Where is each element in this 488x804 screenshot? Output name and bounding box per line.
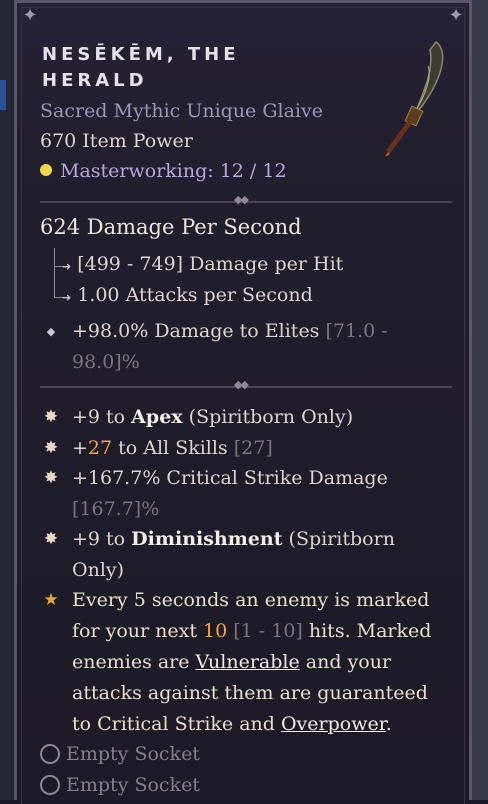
- item-type: Sacred Mythic Unique Glaive: [40, 100, 323, 122]
- unique-range: [1 - 10]: [227, 620, 303, 642]
- left-edge-strip: [0, 0, 14, 800]
- arrow-right-icon: ➜: [62, 291, 72, 304]
- left-edge-highlight: [0, 80, 6, 110]
- affix-text: +9 to: [72, 528, 132, 550]
- burst-bullet-icon: ✸: [43, 407, 59, 427]
- affix-crit-damage: ✸ +167.7% Critical Strike Damage [167.7]%: [40, 463, 450, 525]
- affix-diminishment: ✸ +9 to Diminishment (Spiritborn Only): [40, 524, 450, 586]
- affix-text: (Spiritborn: [282, 528, 395, 550]
- corner-ornament-icon: ✦: [22, 5, 38, 26]
- unique-value: 10: [203, 620, 228, 642]
- socket-slot: Empty Socket: [40, 774, 200, 796]
- glaive-icon: [385, 40, 444, 156]
- section-divider: ◆◆: [40, 193, 452, 206]
- implicit-range-end: 98.0]%: [72, 351, 140, 373]
- burst-bullet-icon: ✸: [43, 468, 59, 488]
- dps-value: 624 Damage Per Second: [40, 215, 302, 239]
- right-edge-strip: [472, 0, 488, 800]
- masterwork-dot-icon: [40, 164, 52, 176]
- burst-bullet-icon: ✸: [43, 438, 59, 458]
- divider-diamond-icon: ◆◆: [234, 378, 249, 391]
- affix-value: 27: [87, 437, 113, 459]
- socket-ring-icon: [40, 744, 60, 764]
- affix-text: Only): [72, 559, 125, 581]
- implicit-value: +98.0% Damage to Elites: [72, 320, 326, 342]
- affix-text: +: [72, 437, 88, 459]
- affix-range: [167.7]%: [72, 498, 160, 520]
- affix-all-skills: ✸ +27 to All Skills [27]: [40, 433, 450, 464]
- unique-text: to Critical Strike and: [72, 713, 281, 735]
- unique-text: and your: [299, 651, 392, 673]
- socket-label: Empty Socket: [66, 743, 200, 765]
- affix-text: (Spiritborn Only): [182, 406, 354, 428]
- socket-label: Empty Socket: [66, 774, 200, 796]
- affix-skill-name: Apex: [131, 406, 183, 428]
- masterworking-label: Masterworking: 12 / 12: [60, 160, 287, 182]
- attacks-per-second: ➜ 1.00 Attacks per Second: [62, 284, 313, 306]
- affix-text: +167.7% Critical Strike Damage: [72, 467, 388, 489]
- unique-text: hits. Marked: [302, 620, 432, 642]
- damage-per-hit: ➜ [499 - 749] Damage per Hit: [62, 253, 343, 275]
- item-name: NESĒKĒM, THE HERALD: [42, 44, 240, 91]
- item-power: 670 Item Power: [40, 130, 193, 152]
- section-divider: ◆◆: [40, 378, 452, 391]
- burst-bullet-icon: ✸: [43, 529, 59, 549]
- affix-apex: ✸ +9 to Apex (Spiritborn Only): [40, 402, 450, 433]
- diamond-bullet-icon: ◆: [46, 325, 56, 338]
- legendary-star-icon: ★: [43, 590, 59, 610]
- affix-text: +9 to: [72, 406, 132, 428]
- socket-ring-icon: [40, 775, 60, 795]
- attacks-per-second-label: 1.00 Attacks per Second: [77, 284, 313, 306]
- affix-text: to All Skills: [112, 437, 234, 459]
- damage-per-hit-label: [499 - 749] Damage per Hit: [77, 253, 344, 275]
- corner-ornament-icon: ✦: [448, 5, 464, 26]
- overpower-keyword-link[interactable]: Overpower: [281, 713, 386, 735]
- unique-text: .: [385, 713, 392, 735]
- divider-diamond-icon: ◆◆: [234, 193, 249, 206]
- affix-range: [27]: [233, 437, 273, 459]
- arrow-right-icon: ➜: [62, 260, 72, 273]
- unique-text: attacks against them are guaranteed: [72, 682, 428, 704]
- unique-power: ★ Every 5 seconds an enemy is marked for…: [40, 585, 450, 740]
- affix-skill-name: Diminishment: [131, 528, 283, 550]
- socket-slot: Empty Socket: [40, 743, 200, 765]
- unique-text: for your next: [72, 620, 203, 642]
- implicit-range: [71.0 -: [325, 320, 388, 342]
- masterworking: Masterworking: 12 / 12: [40, 160, 287, 182]
- vulnerable-keyword-link[interactable]: Vulnerable: [196, 651, 300, 673]
- unique-text: Every 5 seconds an enemy is marked: [72, 589, 430, 611]
- unique-text: enemies are: [72, 651, 196, 673]
- implicit-affix: ◆ +98.0% Damage to Elites [71.0 - 98.0]%: [40, 316, 450, 378]
